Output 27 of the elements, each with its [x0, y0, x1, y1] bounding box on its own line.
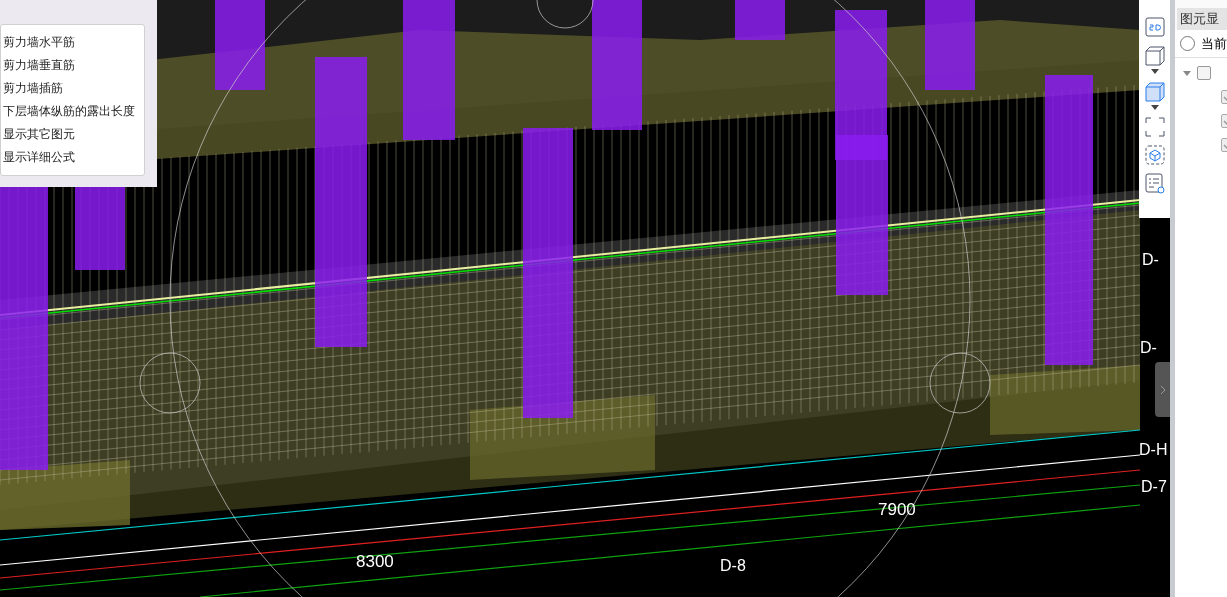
- expand-caret-icon[interactable]: [1183, 69, 1191, 77]
- menu-item[interactable]: 显示其它图元: [1, 123, 144, 146]
- dimension-label: 7900: [878, 499, 916, 521]
- checkbox[interactable]: [1197, 66, 1211, 80]
- list-view-icon[interactable]: [1143, 172, 1166, 194]
- chevron-right-icon: [1160, 384, 1166, 395]
- menu-item[interactable]: 显示详细公式: [1, 146, 144, 169]
- menu-item[interactable]: 剪力墙水平筋: [1, 31, 144, 54]
- cube-icon[interactable]: [1143, 44, 1166, 66]
- dropdown-arrow-icon[interactable]: [1150, 69, 1159, 74]
- 2d-view-icon[interactable]: [1143, 16, 1166, 38]
- axis-label: D-7: [1141, 477, 1167, 497]
- axis-label: D-: [1142, 250, 1159, 270]
- dimension-label: 8300: [356, 551, 394, 573]
- cube-icon[interactable]: [1143, 80, 1166, 102]
- radio-label: 当前: [1201, 34, 1227, 53]
- collapse-handle[interactable]: [1155, 362, 1170, 417]
- menu-item[interactable]: 剪力墙插筋: [1, 77, 144, 100]
- menu-item[interactable]: 下层墙体纵筋的露出长度: [1, 100, 144, 123]
- axis-label: D-: [1140, 338, 1157, 358]
- menu-item[interactable]: 剪力墙垂直筋: [1, 54, 144, 77]
- axis-label: D-H: [1139, 440, 1168, 460]
- box-icon[interactable]: [1143, 144, 1166, 166]
- panel-tab[interactable]: 图元显: [1177, 8, 1227, 30]
- fullscreen-icon[interactable]: [1143, 116, 1166, 138]
- axis-label: D-8: [720, 556, 746, 576]
- dropdown-arrow-icon[interactable]: [1150, 105, 1159, 110]
